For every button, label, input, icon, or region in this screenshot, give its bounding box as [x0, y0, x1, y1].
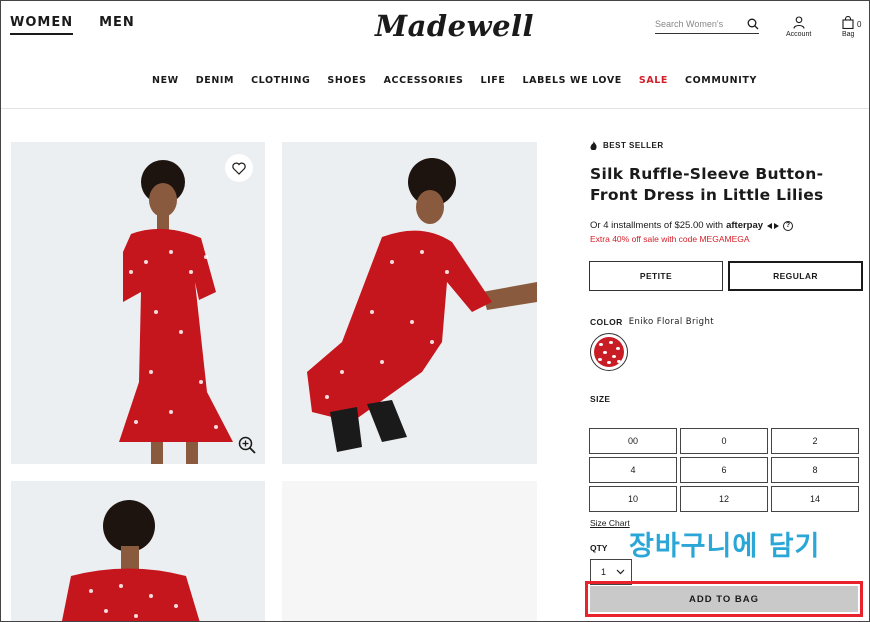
nav-item-accessories[interactable]: ACCESSORIES	[384, 75, 464, 86]
product-image-front[interactable]	[11, 142, 265, 464]
best-seller-badge: BEST SELLER	[590, 141, 664, 150]
qty-value: 1	[601, 567, 607, 577]
fit-regular-button[interactable]: REGULAR	[728, 261, 863, 291]
size-option-12[interactable]: 12	[680, 486, 768, 512]
fit-petite-button[interactable]: PETITE	[589, 261, 723, 291]
search-input[interactable]: Search Women's	[655, 19, 723, 29]
size-option-14[interactable]: 14	[771, 486, 859, 512]
color-swatch-selected[interactable]	[590, 333, 628, 371]
shopping-bag-icon	[842, 16, 854, 29]
annotation-caption: 장바구니에 담기	[629, 531, 821, 562]
nav-item-new[interactable]: NEW	[152, 75, 179, 86]
zoom-button[interactable]	[236, 434, 258, 456]
afterpay-logo: afterpay	[726, 220, 764, 231]
size-option-0[interactable]: 0	[680, 428, 768, 454]
promo-text: Extra 40% off sale with code MEGAMEGA	[590, 234, 750, 244]
help-icon[interactable]: ?	[783, 220, 794, 231]
nav-item-clothing[interactable]: CLOTHING	[251, 75, 310, 86]
best-seller-label: BEST SELLER	[603, 141, 664, 150]
tab-women[interactable]: WOMEN	[10, 15, 74, 35]
nav-item-denim[interactable]: DENIM	[196, 75, 234, 86]
floral-swatch	[594, 337, 624, 367]
header-divider	[1, 108, 869, 109]
chevron-down-icon	[616, 569, 625, 575]
size-option-6[interactable]: 6	[680, 457, 768, 483]
main-navigation: NEW DENIM CLOTHING SHOES ACCESSORIES LIF…	[1, 75, 869, 86]
size-option-4[interactable]: 4	[589, 457, 677, 483]
product-image-back[interactable]	[11, 481, 265, 621]
size-chart-link[interactable]: Size Chart	[590, 518, 630, 528]
heart-icon	[232, 162, 246, 175]
model-standing-illustration	[11, 142, 265, 464]
bag-label: Bag	[842, 31, 855, 38]
color-value: Eniko Floral Bright	[628, 317, 714, 327]
qty-label: QTY	[590, 543, 608, 553]
bag-count-badge: 0	[857, 20, 862, 29]
size-option-10[interactable]: 10	[589, 486, 677, 512]
nav-item-shoes[interactable]: SHOES	[327, 75, 366, 86]
installments-text: Or 4 installments of $25.00 with	[590, 220, 724, 231]
product-image-crouching[interactable]	[282, 142, 537, 464]
model-back-illustration	[11, 481, 265, 621]
size-option-2[interactable]: 2	[771, 428, 859, 454]
wishlist-button[interactable]	[225, 154, 253, 182]
search-field[interactable]: Search Women's	[655, 15, 759, 34]
bag-button[interactable]: 0 Bag	[842, 16, 861, 38]
nav-item-life[interactable]: LIFE	[481, 75, 506, 86]
product-image-placeholder[interactable]	[282, 481, 537, 621]
size-option-00[interactable]: 00	[589, 428, 677, 454]
installments-info: Or 4 installments of $25.00 with afterpa…	[590, 220, 794, 231]
flame-icon	[590, 141, 597, 150]
tab-men[interactable]: MEN	[99, 15, 135, 35]
zoom-in-icon	[238, 436, 256, 454]
add-to-bag-button[interactable]: ADD TO BAG	[590, 586, 858, 612]
madewell-logo[interactable]: Madewell	[375, 9, 534, 43]
model-crouching-illustration	[282, 142, 537, 464]
nav-item-labels-we-love[interactable]: LABELS WE LOVE	[522, 75, 621, 86]
gender-tabs: WOMEN MEN	[10, 15, 135, 35]
color-row: COLOR Eniko Floral Bright	[590, 317, 714, 327]
account-label: Account	[786, 31, 812, 38]
product-title: Silk Ruffle-Sleeve Button-Front Dress in…	[590, 165, 824, 204]
size-option-8[interactable]: 8	[771, 457, 859, 483]
size-label: SIZE	[590, 394, 611, 404]
color-label: COLOR	[590, 317, 623, 327]
search-icon[interactable]	[747, 18, 759, 30]
nav-item-sale[interactable]: SALE	[639, 75, 668, 86]
product-page: WOMEN MEN Madewell Search Women's Accoun…	[0, 0, 870, 622]
account-button[interactable]: Account	[786, 16, 811, 38]
user-icon	[793, 16, 805, 29]
nav-item-community[interactable]: COMMUNITY	[685, 75, 757, 86]
size-grid: 00 0 2 4 6 8 10 12 14	[589, 428, 860, 512]
afterpay-arrows-icon	[767, 222, 780, 229]
